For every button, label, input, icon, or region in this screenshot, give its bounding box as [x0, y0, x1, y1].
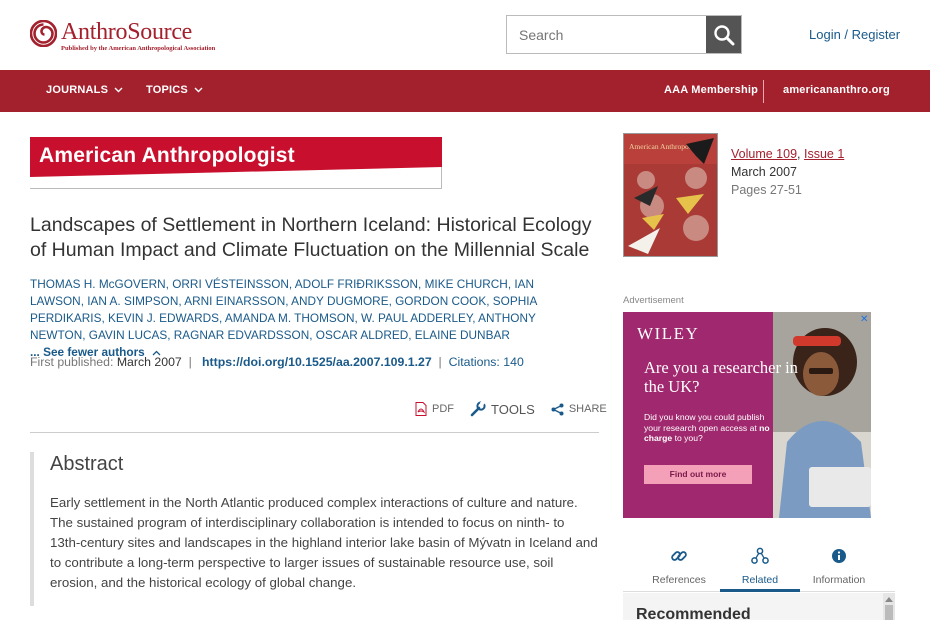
authors-text[interactable]: THOMAS H. McGOVERN, ORRI VÉSTEINSSON, AD… — [30, 277, 537, 342]
divider — [30, 432, 599, 433]
advertisement-label: Advertisement — [623, 295, 684, 306]
chevron-down-icon — [194, 87, 203, 93]
abstract-text: Early settlement in the North Atlantic p… — [50, 495, 598, 590]
tab-information[interactable]: Information — [799, 540, 879, 592]
citations-link[interactable]: Citations: 140 — [449, 355, 524, 369]
scroll-thumb[interactable] — [885, 605, 893, 620]
first-published-label: First published: — [30, 355, 114, 369]
tab-information-label: Information — [812, 574, 866, 586]
search-icon — [713, 24, 734, 45]
ad-photo — [773, 312, 871, 518]
first-published-date: March 2007 — [116, 355, 182, 369]
logo-subtitle: Published by the American Anthropologica… — [61, 45, 216, 52]
tools-label: TOOLS — [491, 401, 535, 417]
wiley-advertisement[interactable]: WILEY Are you a researcher in the UK? Di… — [623, 312, 871, 518]
publication-info: First published: March 2007 | https://do… — [30, 355, 524, 369]
find-out-more-button[interactable]: Find out more — [644, 465, 752, 484]
nav-journals-label: JOURNALS — [46, 84, 109, 96]
issue-info: Volume 109, Issue 1 March 2007 Pages 27-… — [731, 145, 844, 199]
issue-date: March 2007 — [731, 165, 798, 179]
nav-americananthro[interactable]: americananthro.org — [783, 84, 890, 96]
author-list: THOMAS H. McGOVERN, ORRI VÉSTEINSSON, AD… — [30, 276, 590, 361]
tab-references[interactable]: References — [639, 540, 719, 592]
tools-button[interactable]: TOOLS — [470, 401, 535, 417]
recommended-title: Recommended — [636, 606, 751, 620]
ad-headline: Are you a researcher in the UK? — [644, 358, 798, 396]
volume-link[interactable]: Volume 109 — [731, 147, 797, 161]
network-icon — [751, 547, 769, 564]
logo-title: AnthroSource — [61, 19, 193, 45]
article-tools: PDF TOOLS SHARE — [415, 401, 623, 417]
ad-body: Did you know you could publish your rese… — [644, 412, 770, 443]
issue-link[interactable]: Issue 1 — [804, 147, 844, 161]
article-title: Landscapes of Settlement in Northern Ice… — [30, 214, 592, 261]
search-box — [506, 15, 742, 54]
sidebar-tabs: References Related Information — [623, 540, 895, 592]
doi-link[interactable]: https://doi.org/10.1525/aa.2007.109.1.27 — [202, 355, 432, 369]
nav-journals[interactable]: JOURNALS — [46, 84, 123, 96]
journal-banner[interactable]: American Anthropologist — [30, 137, 442, 189]
active-tab-indicator — [720, 589, 800, 592]
scroll-up-arrow-icon[interactable] — [885, 597, 893, 602]
volume-issue-separator: , — [797, 147, 804, 161]
share-label: SHARE — [568, 403, 607, 415]
info-icon — [832, 549, 846, 563]
search-button[interactable] — [706, 16, 741, 53]
recommended-scrollbar[interactable] — [883, 593, 895, 620]
recommended-panel: Recommended — [623, 593, 895, 620]
wrench-icon — [470, 401, 486, 417]
abstract-accent-bar — [30, 452, 34, 606]
abstract-heading: Abstract — [50, 453, 124, 475]
journal-cover-image[interactable]: American Anthropologist — [623, 133, 718, 257]
nav-topics[interactable]: TOPICS — [146, 84, 203, 96]
pdf-icon — [415, 402, 427, 416]
anthrosource-logo[interactable]: AnthroSource Published by the American A… — [29, 19, 216, 52]
ad-close-icon[interactable]: ✕ — [860, 314, 868, 325]
link-icon — [671, 551, 687, 561]
cover-artwork — [624, 138, 717, 256]
issue-pages: Pages 27-51 — [731, 183, 802, 197]
nav-divider — [763, 80, 764, 103]
pdf-button[interactable]: PDF — [415, 402, 454, 416]
share-button[interactable]: SHARE — [551, 403, 607, 416]
share-icon — [551, 403, 564, 415]
ad-brand-logo: WILEY — [637, 324, 700, 343]
tab-references-label: References — [652, 574, 706, 586]
search-input[interactable] — [507, 16, 706, 53]
nav-aaa-membership[interactable]: AAA Membership — [664, 84, 758, 96]
chevron-down-icon — [114, 87, 123, 93]
top-header: AnthroSource Published by the American A… — [0, 0, 930, 70]
journal-name: American Anthropologist — [39, 144, 295, 167]
tab-related[interactable]: Related — [720, 540, 800, 592]
login-register-link[interactable]: Login / Register — [809, 27, 900, 42]
nav-topics-label: TOPICS — [146, 84, 188, 96]
tab-related-label: Related — [741, 574, 779, 586]
pdf-label: PDF — [432, 403, 454, 415]
spiral-logo-icon — [29, 19, 58, 48]
